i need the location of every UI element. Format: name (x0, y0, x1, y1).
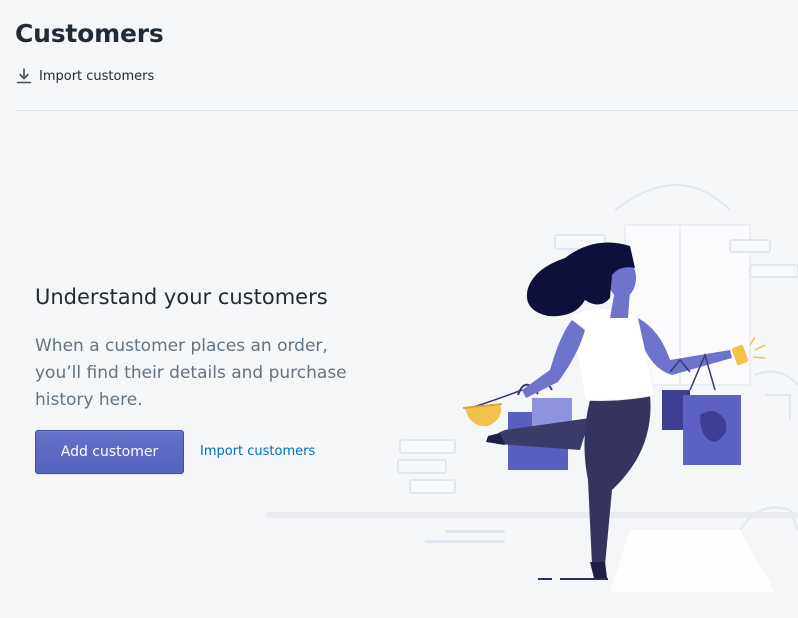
left-arm (522, 320, 585, 398)
customers-page: Customers Import customers Understand yo… (0, 0, 798, 618)
header-divider (15, 110, 798, 111)
sparkle (749, 336, 766, 359)
page-title: Customers (15, 19, 164, 48)
import-customers-header-action[interactable]: Import customers (16, 67, 154, 85)
shopping-woman-illustration (265, 184, 798, 592)
floor-light (610, 530, 775, 592)
add-customer-button[interactable]: Add customer (35, 430, 184, 474)
front-shoe (590, 562, 607, 578)
import-icon (16, 67, 32, 85)
import-customers-header-label: Import customers (39, 68, 155, 84)
